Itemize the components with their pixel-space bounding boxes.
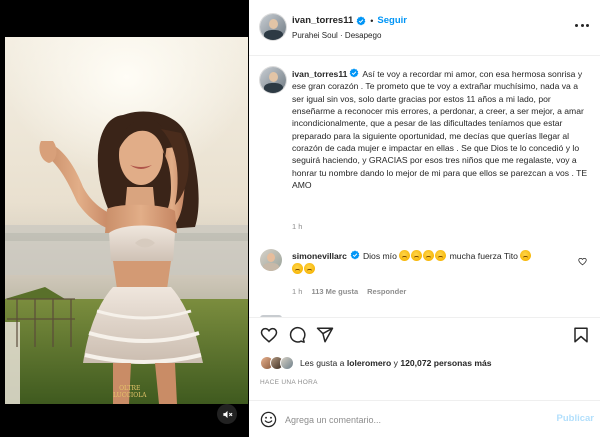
crying-emoji-icon xyxy=(399,250,411,261)
likes-count[interactable]: 120,072 personas más xyxy=(400,358,491,368)
likes-connector: y xyxy=(393,358,398,368)
post-date[interactable]: HACE UNA HORA xyxy=(260,379,318,386)
verified-badge-icon xyxy=(356,15,366,25)
post-media[interactable]: OLTRE LUCCIOLA xyxy=(0,0,249,437)
bookmark-icon[interactable] xyxy=(572,326,590,344)
crying-emoji-icon xyxy=(435,250,447,261)
avatar[interactable] xyxy=(260,249,282,271)
liker-username[interactable]: loleromero xyxy=(347,358,391,368)
comment-username[interactable]: simonevillarc xyxy=(292,251,347,261)
photo-watermark: OLTRE LUCCIOLA xyxy=(113,385,147,399)
muted-speaker-icon xyxy=(222,410,232,418)
post-author-username[interactable]: ivan_torres11 xyxy=(292,15,353,26)
post-details-panel: ivan_torres11 • Seguir Purahei Soul · De… xyxy=(249,0,600,437)
avatar[interactable] xyxy=(260,14,286,40)
reply-button[interactable]: Responder xyxy=(367,287,406,296)
post-photo xyxy=(5,37,248,404)
audio-track[interactable]: Purahei Soul · Desapego xyxy=(292,31,381,40)
watermark-line-2: LUCCIOLA xyxy=(113,392,147,399)
post-header: ivan_torres11 • Seguir Purahei Soul · De… xyxy=(249,0,600,56)
likes-prefix: Les gusta a xyxy=(300,358,345,368)
crying-emoji-icon xyxy=(423,250,435,261)
header-user-row: ivan_torres11 • Seguir xyxy=(292,15,407,26)
more-options-icon[interactable] xyxy=(575,22,589,28)
comment: simonevillarc Dios mío mucha fuerza Tito xyxy=(292,250,572,276)
mute-button[interactable] xyxy=(217,404,237,424)
caption-username[interactable]: ivan_torres11 xyxy=(292,69,347,79)
comment-composer: Publicar xyxy=(249,400,600,437)
post-caption: ivan_torres11 Así te voy a recordar mi a… xyxy=(292,68,592,191)
crying-emoji-icon xyxy=(520,250,532,261)
comment-timestamp[interactable]: 1 h xyxy=(292,287,302,296)
crying-emoji-icon xyxy=(411,250,423,261)
comment-meta: 1 h 113 Me gusta Responder xyxy=(292,287,406,296)
follow-button[interactable]: Seguir xyxy=(377,15,407,26)
like-comment-heart-icon[interactable] xyxy=(578,257,587,266)
avatar xyxy=(280,356,294,370)
comment-bubble-icon[interactable] xyxy=(288,326,306,344)
paper-plane-icon[interactable] xyxy=(316,326,334,344)
likes-summary: Les gusta a loleromero y 120,072 persona… xyxy=(260,356,492,370)
verified-badge-icon xyxy=(350,250,360,260)
avatar[interactable] xyxy=(260,67,286,93)
smiley-face-icon[interactable] xyxy=(260,411,277,428)
likes-text: Les gusta a loleromero y 120,072 persona… xyxy=(300,358,492,368)
separator-dot: • xyxy=(370,15,374,26)
caption-timestamp[interactable]: 1 h xyxy=(292,222,302,231)
crying-emoji-icon xyxy=(304,263,315,274)
comment-text-before: Dios mío xyxy=(362,251,397,261)
crying-emoji-icon xyxy=(292,263,303,274)
heart-icon[interactable] xyxy=(260,326,278,344)
watermark-line-1: OLTRE xyxy=(119,385,141,392)
liker-avatars[interactable] xyxy=(260,356,294,370)
divider xyxy=(249,317,600,318)
comment-input[interactable] xyxy=(285,411,545,428)
post-comment-button[interactable]: Publicar xyxy=(557,413,595,424)
post-modal: OLTRE LUCCIOLA ivan_torres11 • Seguir Pu… xyxy=(0,0,600,437)
comment-text-after: mucha fuerza Tito xyxy=(449,251,518,261)
post-actions xyxy=(260,326,590,346)
comment-likes[interactable]: 113 Me gusta xyxy=(311,287,358,296)
verified-badge-icon xyxy=(350,68,359,78)
caption-text: Así te voy a recordar mi amor, con esa h… xyxy=(292,69,588,191)
